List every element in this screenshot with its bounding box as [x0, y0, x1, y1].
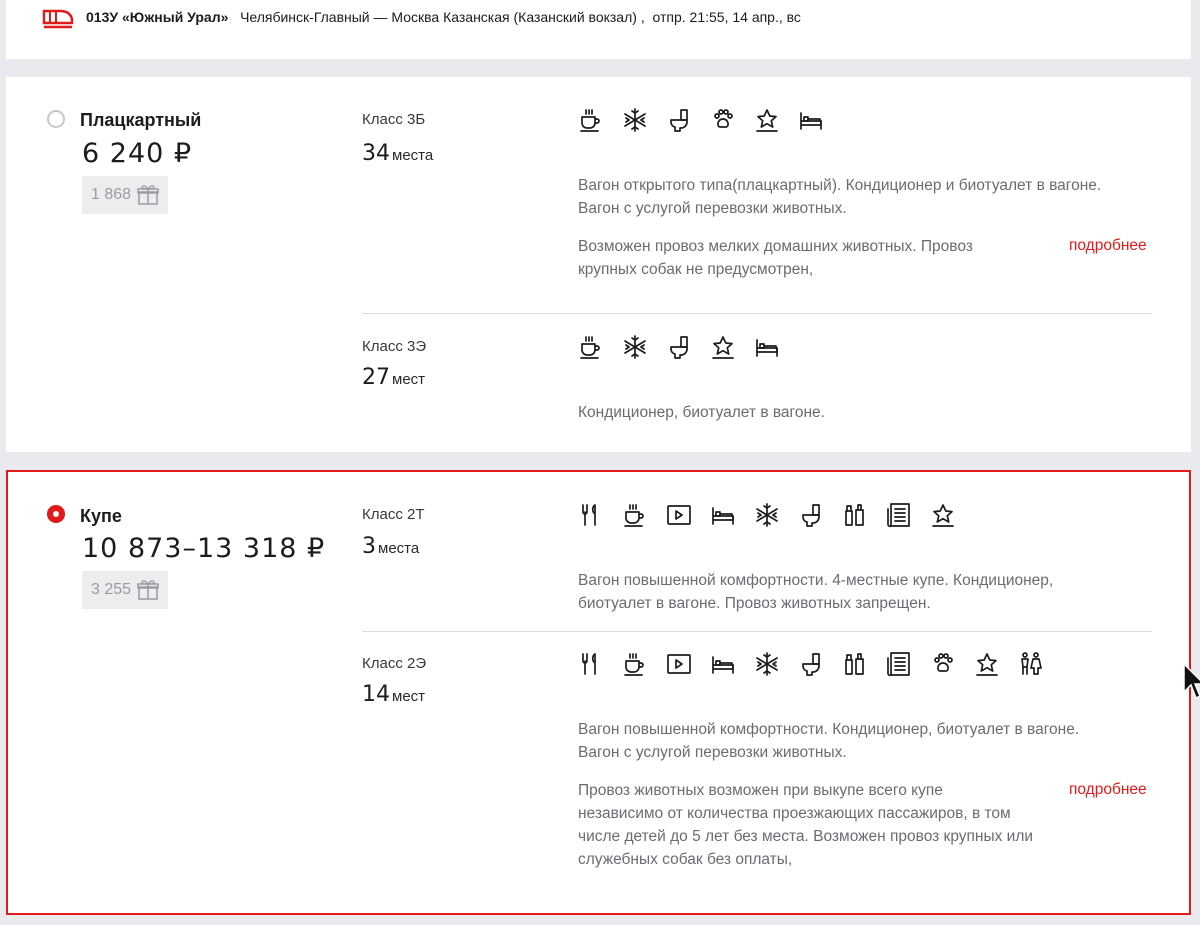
- train-number: 013У «Южный Урал»: [86, 9, 229, 25]
- price: 6 240 ₽: [82, 138, 193, 169]
- train-info-card: 013У «Южный Урал» Челябинск-Главный — Мо…: [6, 0, 1191, 59]
- video-icon: [666, 650, 710, 678]
- train-line: 013У «Южный Урал» Челябинск-Главный — Мо…: [86, 9, 801, 25]
- amenities-icons: [578, 106, 842, 134]
- paw-icon: [930, 650, 974, 678]
- toilet-icon: [666, 106, 710, 134]
- snowflake-icon: [622, 333, 666, 361]
- car-type-name: Плацкартный: [80, 110, 202, 130]
- seats-count: 14 мест: [362, 682, 426, 707]
- toilet-icon: [666, 333, 710, 361]
- more-link[interactable]: подробнее: [1069, 237, 1147, 255]
- amenities-icons: [578, 333, 798, 361]
- seats-count: 27 мест: [362, 365, 426, 390]
- toilet-icon: [798, 650, 842, 678]
- class-label: Класс 2Э: [362, 655, 427, 672]
- car-type-kupe[interactable]: Купе 10 873–13 318 ₽ 3 255 Класс 2Т 3 мес…: [6, 470, 1191, 915]
- car-description: Вагон повышенной комфортности. Кондицион…: [578, 721, 1080, 761]
- food-icon: [578, 650, 622, 678]
- bed-icon: [710, 501, 754, 529]
- more-link[interactable]: подробнее: [1069, 781, 1147, 799]
- bed-icon: [710, 650, 754, 678]
- car-description: Вагон открытого типа(плацкартный). Конди…: [578, 177, 1102, 217]
- star-icon: [710, 333, 754, 361]
- train-departure: отпр. 21:55, 14 апр., вс: [652, 9, 801, 25]
- class-label: Класс 3Б: [362, 111, 426, 128]
- star-icon: [974, 650, 1018, 678]
- star-icon: [754, 106, 798, 134]
- gift-icon: [137, 580, 159, 600]
- video-icon: [666, 501, 710, 529]
- bed-icon: [798, 106, 842, 134]
- divider: [362, 631, 1152, 632]
- paw-icon: [710, 106, 754, 134]
- class-label: Класс 3Э: [362, 338, 427, 355]
- newspaper-icon: [886, 650, 930, 678]
- car-description: Кондиционер, биотуалет в вагоне.: [578, 404, 825, 421]
- star-icon: [930, 501, 974, 529]
- coffee-icon: [622, 650, 666, 678]
- coffee-icon: [578, 333, 622, 361]
- gift-icon: [137, 185, 159, 205]
- seats-count: 34 места: [362, 141, 434, 166]
- pets-info: Возможен провоз мелких домашних животных…: [578, 238, 973, 278]
- car-type-name: Купе: [80, 506, 122, 526]
- amenities-icons: [578, 650, 1062, 678]
- food-icon: [578, 501, 622, 529]
- snowflake-icon: [754, 501, 798, 529]
- bonus-points-badge: 1 868: [82, 176, 168, 214]
- coffee-icon: [622, 501, 666, 529]
- price: 10 873–13 318 ₽: [82, 533, 326, 564]
- bonus-points-value: 1 868: [91, 186, 132, 203]
- car-description: Вагон повышенной комфортности. 4-местные…: [578, 572, 1054, 612]
- hygiene-kit-icon: [842, 650, 886, 678]
- divider: [362, 313, 1152, 314]
- snowflake-icon: [754, 650, 798, 678]
- bonus-points-value: 3 255: [91, 581, 132, 598]
- radio-platskart[interactable]: [47, 110, 65, 128]
- hygiene-kit-icon: [842, 501, 886, 529]
- radio-kupe[interactable]: [47, 505, 65, 523]
- pets-info: Провоз животных возможен при выкупе всег…: [578, 782, 1034, 868]
- class-label: Класс 2Т: [362, 506, 425, 523]
- car-type-platskart[interactable]: Плацкартный 6 240 ₽ 1 868 Класс 3Б 34 мес…: [6, 77, 1191, 452]
- bed-icon: [754, 333, 798, 361]
- amenities-icons: [578, 501, 974, 529]
- toilet-icon: [798, 501, 842, 529]
- mouse-cursor-icon: [1183, 662, 1200, 700]
- newspaper-icon: [886, 501, 930, 529]
- train-icon: [42, 9, 74, 29]
- seats-count: 3 места: [362, 534, 420, 559]
- snowflake-icon: [622, 106, 666, 134]
- gender-icon: [1018, 650, 1062, 678]
- train-route: Челябинск-Главный — Москва Казанская (Ка…: [240, 9, 637, 25]
- bonus-points-badge: 3 255: [82, 571, 168, 609]
- coffee-icon: [578, 106, 622, 134]
